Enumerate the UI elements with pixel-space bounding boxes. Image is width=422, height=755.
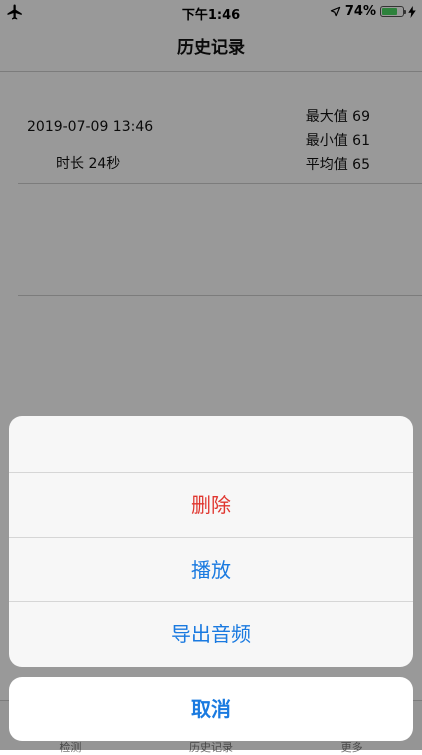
action-sheet-header bbox=[9, 416, 413, 473]
play-button[interactable]: 播放 bbox=[9, 538, 413, 603]
cancel-button[interactable]: 取消 bbox=[9, 677, 413, 741]
export-audio-button[interactable]: 导出音频 bbox=[9, 602, 413, 667]
delete-button[interactable]: 删除 bbox=[9, 473, 413, 538]
action-sheet: 删除 播放 导出音频 bbox=[9, 416, 413, 667]
